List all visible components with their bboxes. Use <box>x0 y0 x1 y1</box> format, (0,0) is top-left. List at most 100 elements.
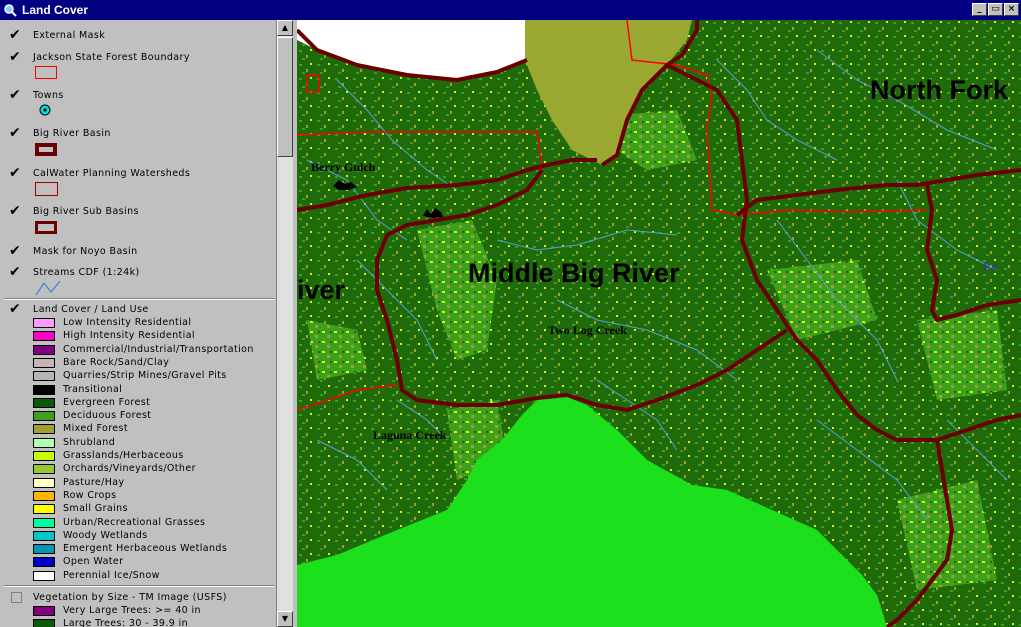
legend-swatch <box>33 411 55 422</box>
layer-visibility-checkbox[interactable]: ✔ <box>9 166 21 180</box>
layer-visibility-checkbox[interactable]: ✔ <box>9 28 21 42</box>
window-title: Land Cover <box>22 3 89 17</box>
legend-item: Pasture/Hay <box>33 477 273 490</box>
restore-button[interactable]: ▭ <box>988 3 1003 16</box>
legend-swatch <box>33 490 55 501</box>
legend-item: Quarries/Strip Mines/Gravel Pits <box>33 370 273 383</box>
layer-visibility-checkbox[interactable] <box>11 592 22 603</box>
map-display[interactable]: North Fork Middle Big River iver Berry G… <box>297 20 1021 627</box>
legend-label: Pasture/Hay <box>63 476 125 488</box>
legend-label: Orchards/Vineyards/Other <box>63 463 196 475</box>
legend-item: Very Large Trees: >= 40 in <box>33 605 273 618</box>
separator <box>4 298 274 300</box>
legend-label: Very Large Trees: >= 40 in <box>63 605 201 616</box>
polygon-symbol <box>35 221 57 234</box>
layer-name: Jackson State Forest Boundary <box>33 52 190 63</box>
layer-name: Vegetation by Size - TM Image (USFS) <box>33 592 227 603</box>
label-north-fork: North Fork <box>870 75 1008 105</box>
layer-visibility-checkbox[interactable]: ✔ <box>9 265 21 279</box>
layer-name: External Mask <box>33 30 106 41</box>
legend-swatch <box>33 437 55 448</box>
legend-label: Perennial Ice/Snow <box>63 569 160 581</box>
layer-name: Big River Sub Basins <box>33 206 139 217</box>
legend-label: Transitional <box>63 383 123 395</box>
legend-item: Woody Wetlands <box>33 530 273 543</box>
polygon-symbol <box>35 143 57 156</box>
layer-name: CalWater Planning Watersheds <box>33 168 191 179</box>
polygon-symbol <box>35 182 58 196</box>
legend-item: Large Trees: 30 - 39.9 in <box>33 618 273 627</box>
legend-swatch <box>33 504 55 515</box>
legend-label: Low Intensity Residential <box>63 317 192 328</box>
layer-visibility-checkbox[interactable]: ✔ <box>9 88 21 102</box>
legend-label: Grasslands/Herbaceous <box>63 450 184 461</box>
layer-visibility-checkbox[interactable]: ✔ <box>9 204 21 218</box>
layer-name: Streams CDF (1:24k) <box>33 267 140 278</box>
town-marker-icon <box>333 180 357 190</box>
label-two-log-creek: Two Log Creek <box>548 323 627 337</box>
legend-label: Small Grains <box>63 503 128 515</box>
layer-name: Big River Basin <box>33 128 111 139</box>
legend-item: Row Crops <box>33 490 273 503</box>
separator <box>4 585 274 587</box>
legend-item: Emergent Herbaceous Wetlands <box>33 543 273 556</box>
land-cover-map <box>297 20 1021 627</box>
legend-label: Emergent Herbaceous Wetlands <box>63 543 228 555</box>
legend-swatch <box>33 344 55 355</box>
legend-item: Perennial Ice/Snow <box>33 570 273 583</box>
legend-label: Large Trees: 30 - 39.9 in <box>63 618 189 627</box>
legend-label: Commercial/Industrial/Transportation <box>63 343 254 355</box>
legend-label: Mixed Forest <box>63 423 129 435</box>
legend-label: High Intensity Residential <box>63 330 195 342</box>
legend-item: Evergreen Forest <box>33 397 273 410</box>
town-point-icon <box>39 104 51 116</box>
legend-swatch <box>33 451 55 461</box>
close-button[interactable]: × <box>1004 3 1019 16</box>
legend-swatch <box>33 477 55 488</box>
legend-swatch <box>33 619 55 627</box>
legend-label: Bare Rock/Sand/Clay <box>63 356 170 368</box>
legend-item: Orchards/Vineyards/Other <box>33 463 273 476</box>
minimize-button[interactable]: _ <box>972 3 987 16</box>
legend-item: Mixed Forest <box>33 423 273 436</box>
legend-swatch <box>33 570 55 581</box>
legend-item: Urban/Recreational Grasses <box>33 517 273 530</box>
layer-name: Mask for Noyo Basin <box>33 246 138 257</box>
layer-visibility-checkbox[interactable]: ✔ <box>9 50 21 64</box>
legend-swatch <box>33 384 55 395</box>
legend-item: Transitional <box>33 384 273 397</box>
window-titlebar: Land Cover _ ▭ × <box>0 0 1021 20</box>
legend-label: Deciduous Forest <box>63 410 152 422</box>
legend-swatch <box>33 464 55 475</box>
legend-label: Evergreen Forest <box>63 396 151 408</box>
label-laguna-creek: Laguna Creek <box>373 428 447 442</box>
legend-label: Open Water <box>63 556 124 568</box>
legend-swatch <box>33 331 55 342</box>
legend-swatch <box>33 424 55 435</box>
scroll-up-button[interactable]: ▲ <box>277 20 293 36</box>
legend-item: Commercial/Industrial/Transportation <box>33 344 273 357</box>
layer-visibility-checkbox[interactable]: ✔ <box>9 126 21 140</box>
label-river-fragment: iver <box>297 275 346 305</box>
toc-vertical-scrollbar[interactable]: ▲ ▼ <box>277 20 293 627</box>
legend-item: Grasslands/Herbaceous <box>33 450 273 463</box>
layer-name: Towns <box>33 90 64 101</box>
stream-line-icon <box>35 280 61 296</box>
legend-label: Shrubland <box>63 436 116 448</box>
table-of-contents: ✔ External Mask ✔ Jackson State Forest B… <box>0 20 277 627</box>
label-middle-big-river: Middle Big River <box>468 258 680 288</box>
legend-item: Deciduous Forest <box>33 410 273 423</box>
label-east-fragment: Ea <box>983 259 998 273</box>
label-berry-gulch: Berry Gulch <box>311 160 376 174</box>
scroll-thumb[interactable] <box>277 37 293 157</box>
legend-swatch <box>33 397 55 408</box>
layer-visibility-checkbox[interactable]: ✔ <box>9 302 21 316</box>
legend-item: Bare Rock/Sand/Clay <box>33 357 273 370</box>
scroll-down-button[interactable]: ▼ <box>277 611 293 627</box>
legend-swatch <box>33 371 55 382</box>
layer-visibility-checkbox[interactable]: ✔ <box>9 244 21 258</box>
legend-swatch <box>33 530 55 541</box>
legend-swatch <box>33 318 55 328</box>
magnifier-icon <box>4 4 17 17</box>
town-marker-icon <box>423 208 443 218</box>
